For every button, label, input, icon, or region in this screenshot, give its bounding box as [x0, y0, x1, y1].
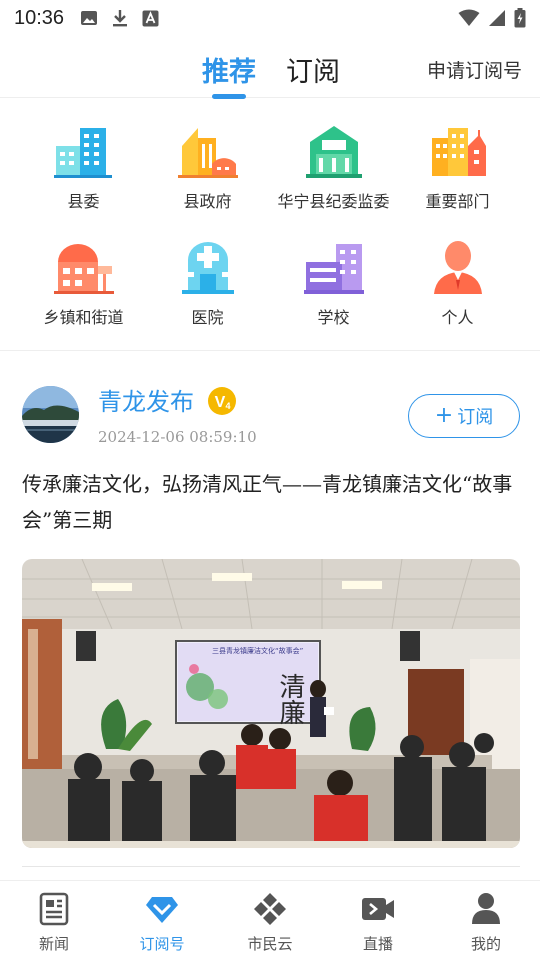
category-person[interactable]: 个人 — [390, 228, 525, 338]
verified-badge-icon: V 4 — [208, 387, 236, 415]
avatar[interactable] — [22, 386, 79, 443]
event-photo-illustration: 三县青龙镇廉洁文化“故事会” 清廉 — [22, 559, 520, 848]
nav-live[interactable]: 直播 — [324, 881, 432, 960]
category-label: 个人 — [441, 308, 474, 327]
school-icon — [303, 244, 364, 294]
nav-citizen-cloud[interactable]: 市民云 — [216, 881, 324, 960]
nav-me[interactable]: 我的 — [432, 881, 540, 960]
video-camera-icon — [362, 898, 394, 920]
nav-subscription[interactable]: 订阅号 — [108, 881, 216, 960]
county-committee-building-icon — [53, 128, 112, 178]
status-bar: 10:36 — [0, 0, 540, 36]
category-key-departments[interactable]: 重要部门 — [390, 112, 525, 222]
post-image[interactable]: 三县青龙镇廉洁文化“故事会” 清廉 — [22, 559, 520, 848]
nav-label: 新闻 — [38, 935, 69, 953]
nav-label: 我的 — [470, 935, 501, 953]
wifi-icon — [458, 9, 480, 26]
signal-icon — [489, 10, 505, 26]
battery-icon — [514, 8, 526, 28]
hospital-icon — [181, 242, 234, 294]
apply-subscription-link[interactable]: 申请订阅号 — [427, 56, 522, 83]
top-tab-bar: 推荐 订阅 申请订阅号 — [0, 40, 540, 99]
screen-caption: 三县青龙镇廉洁文化“故事会” — [212, 646, 303, 655]
nav-label: 直播 — [362, 935, 393, 953]
category-school[interactable]: 学校 — [266, 228, 401, 338]
tab-recommend[interactable]: 推荐 — [202, 50, 256, 89]
status-time: 10:36 — [14, 6, 65, 29]
category-grid: 县委 县政府 华宁县纪委监委 重要部门 乡镇和街道 医院 学校 个人 — [0, 112, 540, 337]
post-timestamp: 2024-12-06 08:59:10 — [98, 428, 257, 446]
newspaper-icon — [39, 892, 69, 926]
category-label: 医院 — [191, 308, 224, 327]
user-icon — [472, 893, 500, 924]
category-label: 县政府 — [183, 192, 232, 211]
image-icon — [81, 11, 98, 25]
follow-button[interactable]: + 订阅 — [408, 394, 520, 438]
verified-badge-letter: V — [215, 394, 226, 411]
follow-button-label: 订阅 — [457, 407, 494, 428]
post-title[interactable]: 传承廉洁文化，弘扬清风正气——青龙镇廉洁文化“故事会”第三期 — [22, 466, 520, 538]
plus-icon: + — [434, 403, 454, 428]
text-icon — [142, 10, 159, 26]
cloud-grid-icon — [254, 893, 286, 925]
tab-subscribe[interactable]: 订阅 — [286, 50, 340, 89]
discipline-commission-building-icon — [305, 126, 362, 178]
bottom-navigation: 新闻 订阅号 市民云 直播 我的 — [0, 880, 540, 960]
category-township[interactable]: 乡镇和街道 — [16, 228, 151, 338]
channel-name[interactable]: 青龙发布 — [98, 382, 194, 417]
post-header: 青龙发布 V 4 2024-12-06 08:59:10 + 订阅 — [22, 382, 520, 448]
departments-building-icon — [431, 128, 486, 176]
status-icons-left — [80, 9, 159, 27]
diamond-chevron-icon — [146, 897, 178, 923]
category-discipline-commission[interactable]: 华宁县纪委监委 — [266, 112, 401, 222]
person-icon — [433, 241, 482, 294]
screen-characters: 清廉 — [275, 673, 305, 725]
avatar-landscape-image — [22, 386, 79, 443]
township-building-icon — [53, 244, 114, 294]
category-label: 华宁县纪委监委 — [277, 192, 390, 211]
category-hospital[interactable]: 医院 — [140, 228, 275, 338]
section-divider — [0, 350, 540, 351]
nav-label: 订阅号 — [139, 935, 185, 953]
svg-text:4: 4 — [225, 401, 230, 411]
download-icon — [113, 10, 128, 27]
category-county-government[interactable]: 县政府 — [140, 112, 275, 222]
category-label: 县委 — [67, 192, 100, 211]
active-tab-indicator — [212, 94, 246, 99]
category-label: 乡镇和街道 — [43, 308, 124, 327]
category-label: 重要部门 — [425, 192, 490, 211]
feed-divider — [22, 866, 520, 867]
nav-label: 市民云 — [247, 935, 293, 953]
category-county-committee[interactable]: 县委 — [16, 112, 151, 222]
status-icons-right — [458, 8, 526, 28]
nav-news[interactable]: 新闻 — [0, 881, 108, 960]
category-label: 学校 — [317, 308, 350, 327]
county-government-building-icon — [177, 128, 238, 178]
